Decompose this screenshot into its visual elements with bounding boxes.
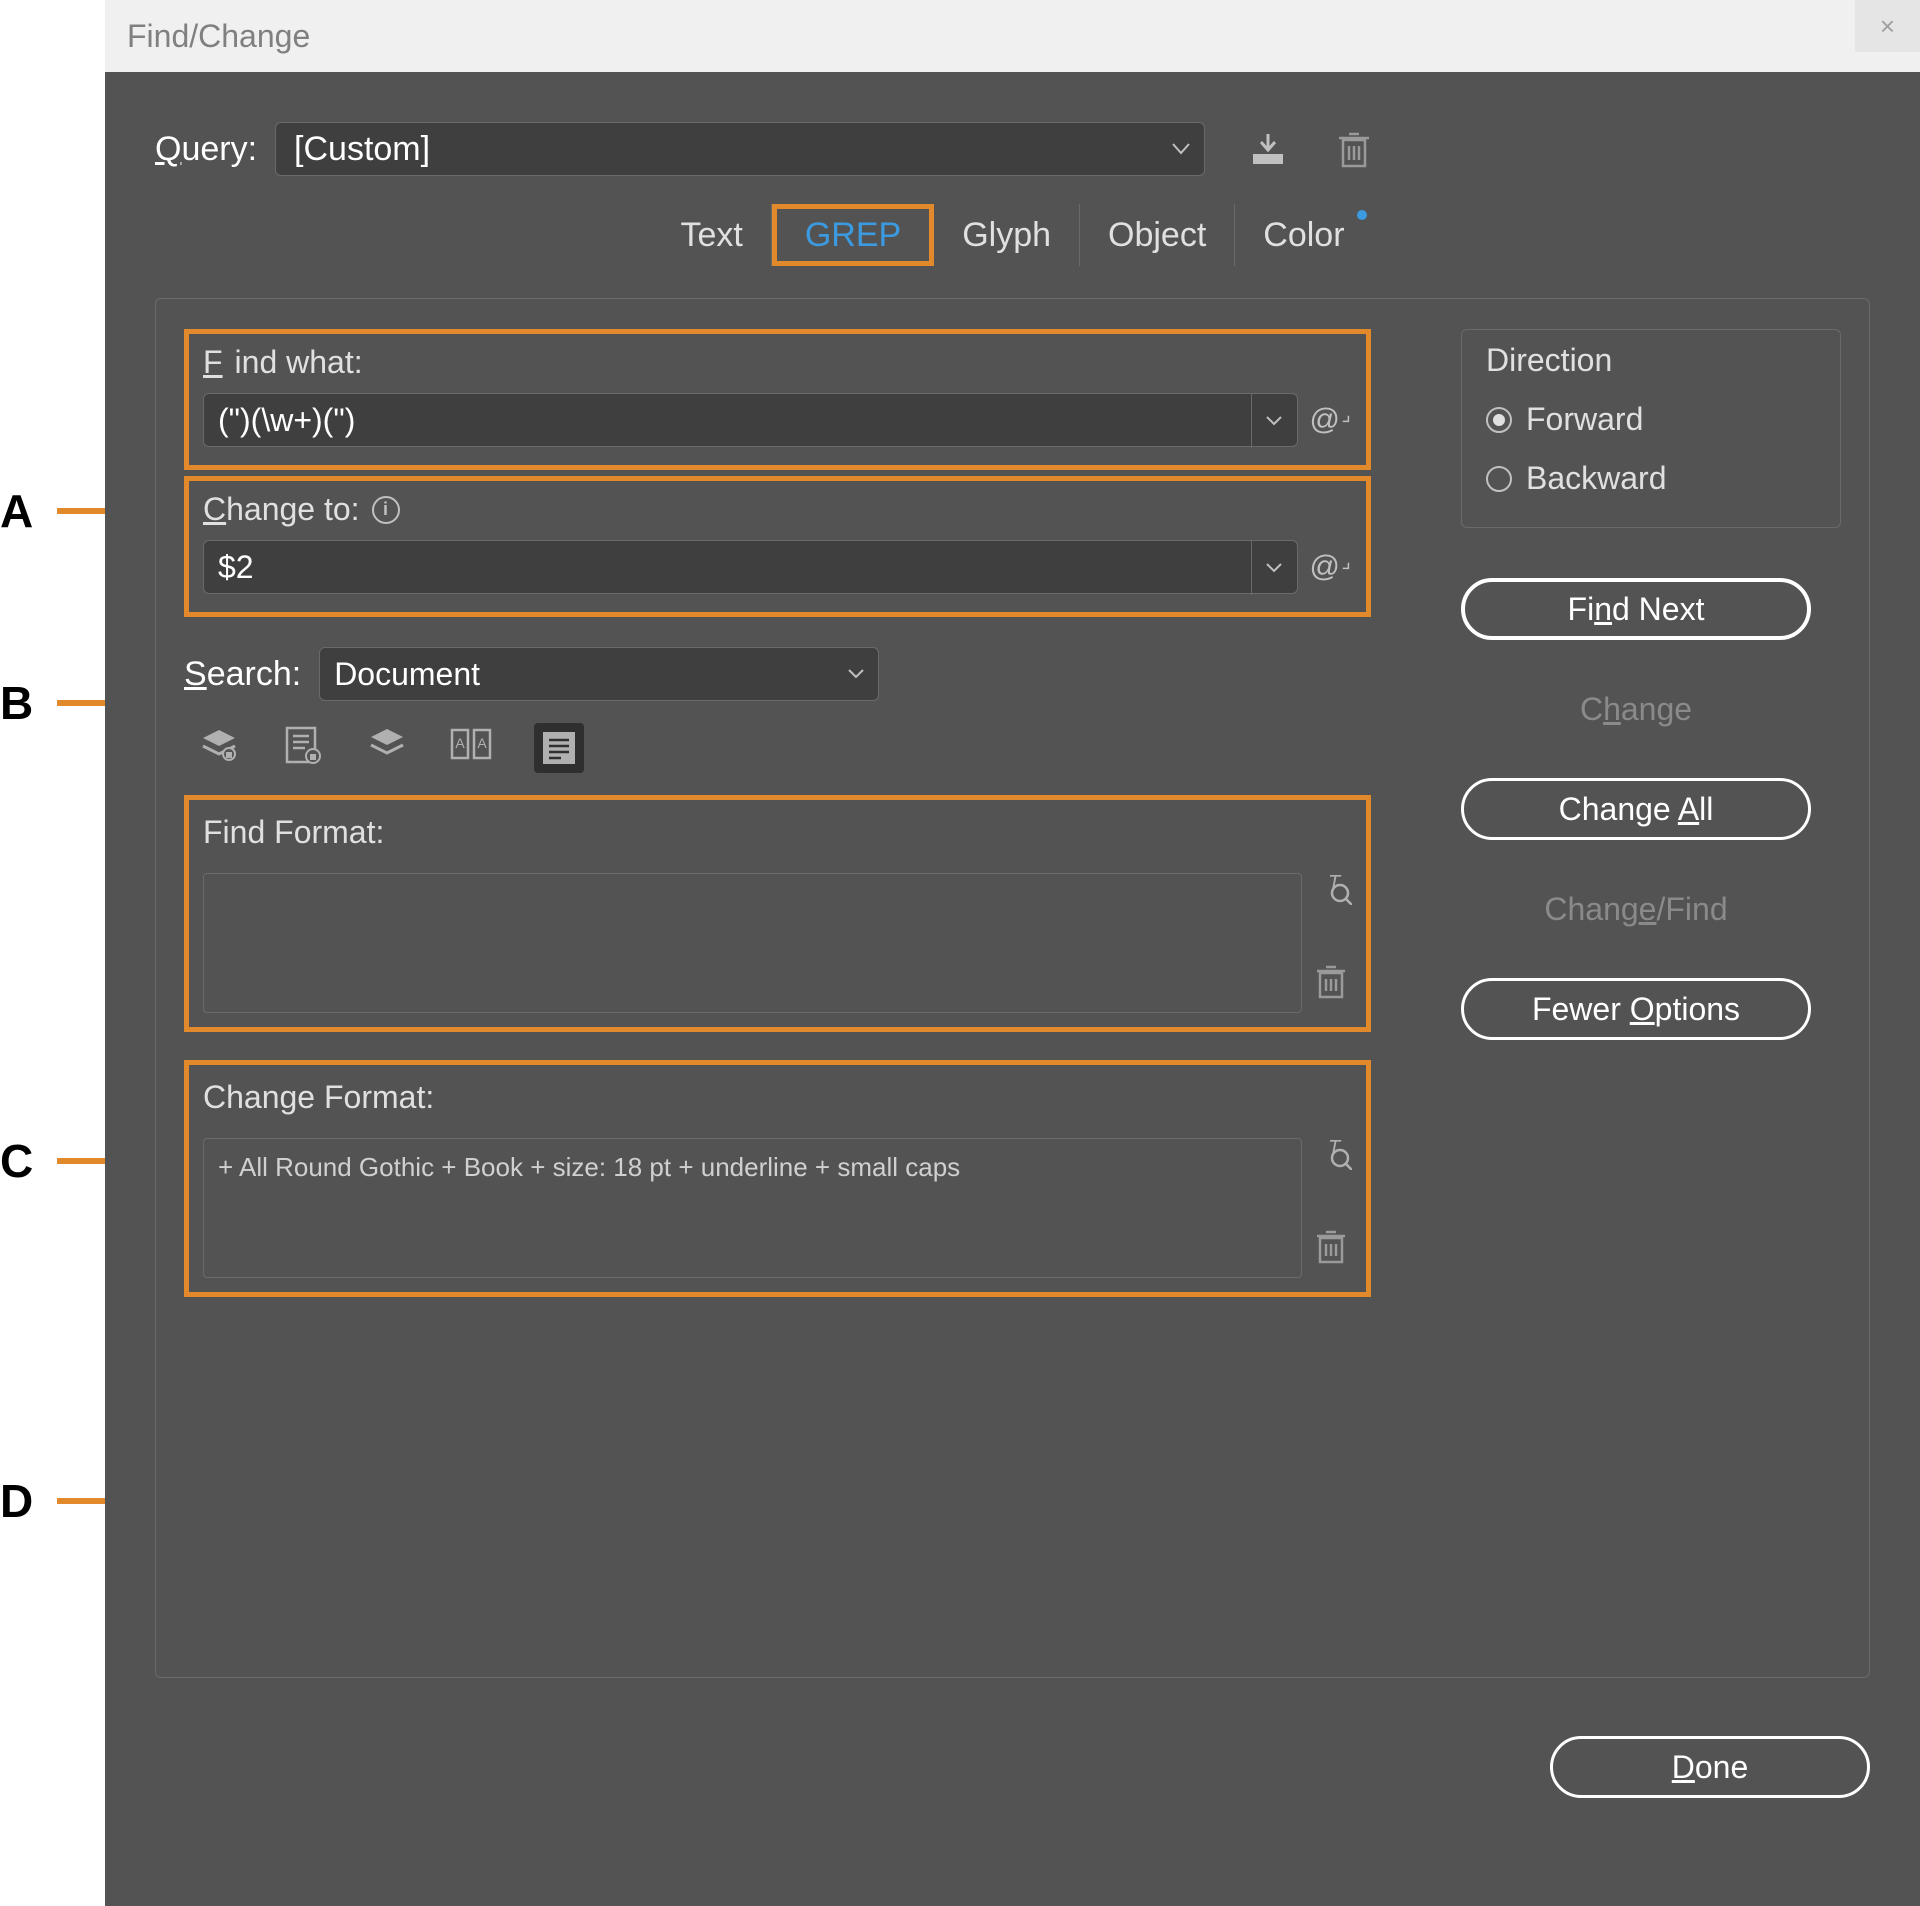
direction-forward-radio[interactable]: Forward — [1486, 401, 1816, 438]
color-indicator-dot — [1357, 210, 1367, 220]
locked-layers-icon[interactable] — [198, 723, 240, 765]
tab-object[interactable]: Object — [1080, 204, 1235, 266]
query-select[interactable]: [Custom] — [275, 122, 1205, 176]
svg-text:A: A — [477, 735, 487, 751]
direction-backward-radio[interactable]: Backward — [1486, 460, 1816, 497]
chevron-down-icon — [848, 669, 864, 679]
search-options-row: AA — [184, 723, 1371, 773]
find-what-input[interactable]: (")(\w+)(") — [203, 393, 1298, 447]
tab-grep[interactable]: GREP — [772, 204, 934, 266]
change-all-button[interactable]: Change All — [1461, 778, 1811, 840]
change-button: Change — [1461, 678, 1811, 740]
content-frame: Find what: (")(\w+)(") @ — [155, 298, 1870, 1678]
change-format-label: Change Format: — [203, 1079, 434, 1116]
tab-color[interactable]: Color — [1235, 204, 1372, 266]
change-to-group: Change to: i $2 @ — [184, 476, 1371, 617]
locked-stories-icon[interactable] — [282, 723, 324, 765]
footnotes-icon[interactable] — [534, 723, 584, 773]
change-to-history-chevron[interactable] — [1251, 541, 1297, 595]
save-query-icon[interactable] — [1245, 126, 1291, 172]
tab-text[interactable]: Text — [652, 204, 771, 266]
svg-text:A: A — [455, 735, 465, 751]
svg-text:T: T — [1328, 1137, 1342, 1159]
change-format-box[interactable]: + All Round Gothic + Book + size: 18 pt … — [203, 1138, 1302, 1278]
done-button[interactable]: Done — [1550, 1736, 1870, 1798]
change-to-label: Change to: i — [203, 491, 400, 528]
master-pages-icon[interactable]: AA — [450, 723, 492, 765]
find-special-chars-icon[interactable]: @ — [1310, 403, 1352, 437]
clear-find-format-icon[interactable] — [1316, 965, 1352, 999]
dialog-body: Query: [Custom] Text GREP Glyph Object C… — [105, 72, 1920, 1906]
specify-find-format-icon[interactable]: T — [1316, 869, 1352, 905]
find-what-group: Find what: (")(\w+)(") @ — [184, 329, 1371, 470]
search-scope-select[interactable]: Document — [319, 647, 879, 701]
svg-text:T: T — [1328, 872, 1342, 894]
find-format-group: Find Format: T — [184, 795, 1371, 1032]
dialog-title: Find/Change — [127, 18, 310, 55]
query-label: Query: — [155, 130, 257, 169]
find-what-label: Find what: — [203, 344, 363, 381]
title-bar: Find/Change × — [105, 0, 1920, 72]
delete-query-icon[interactable] — [1331, 126, 1377, 172]
fewer-options-button[interactable]: Fewer Options — [1461, 978, 1811, 1040]
tab-glyph[interactable]: Glyph — [934, 204, 1080, 266]
direction-label: Direction — [1486, 342, 1816, 379]
close-button[interactable]: × — [1855, 0, 1920, 52]
info-icon[interactable]: i — [372, 496, 400, 524]
specify-change-format-icon[interactable]: T — [1316, 1134, 1352, 1170]
query-row: Query: [Custom] — [155, 122, 1870, 176]
tabs-row: Text GREP Glyph Object Color — [155, 204, 1870, 266]
right-column: Direction Forward Backward Find Next — [1461, 329, 1841, 1325]
find-format-label: Find Format: — [203, 814, 384, 851]
find-what-history-chevron[interactable] — [1251, 394, 1297, 448]
change-special-chars-icon[interactable]: @ — [1310, 550, 1352, 584]
query-value: [Custom] — [294, 130, 430, 169]
clear-change-format-icon[interactable] — [1316, 1230, 1352, 1264]
change-to-input[interactable]: $2 — [203, 540, 1298, 594]
hidden-layers-icon[interactable] — [366, 723, 408, 765]
change-format-group: Change Format: + All Round Gothic + Book… — [184, 1060, 1371, 1297]
search-scope-row: Search: Document — [184, 647, 1371, 701]
left-column: Find what: (")(\w+)(") @ — [184, 329, 1371, 1325]
chevron-down-icon — [1172, 143, 1190, 155]
change-find-button: Change/Find — [1461, 878, 1811, 940]
find-format-box[interactable] — [203, 873, 1302, 1013]
direction-group: Direction Forward Backward — [1461, 329, 1841, 528]
search-label: Search: — [184, 655, 301, 694]
find-change-dialog: Find/Change × Query: [Custom] Text GREP — [105, 0, 1920, 1906]
find-next-button[interactable]: Find Next — [1461, 578, 1811, 640]
